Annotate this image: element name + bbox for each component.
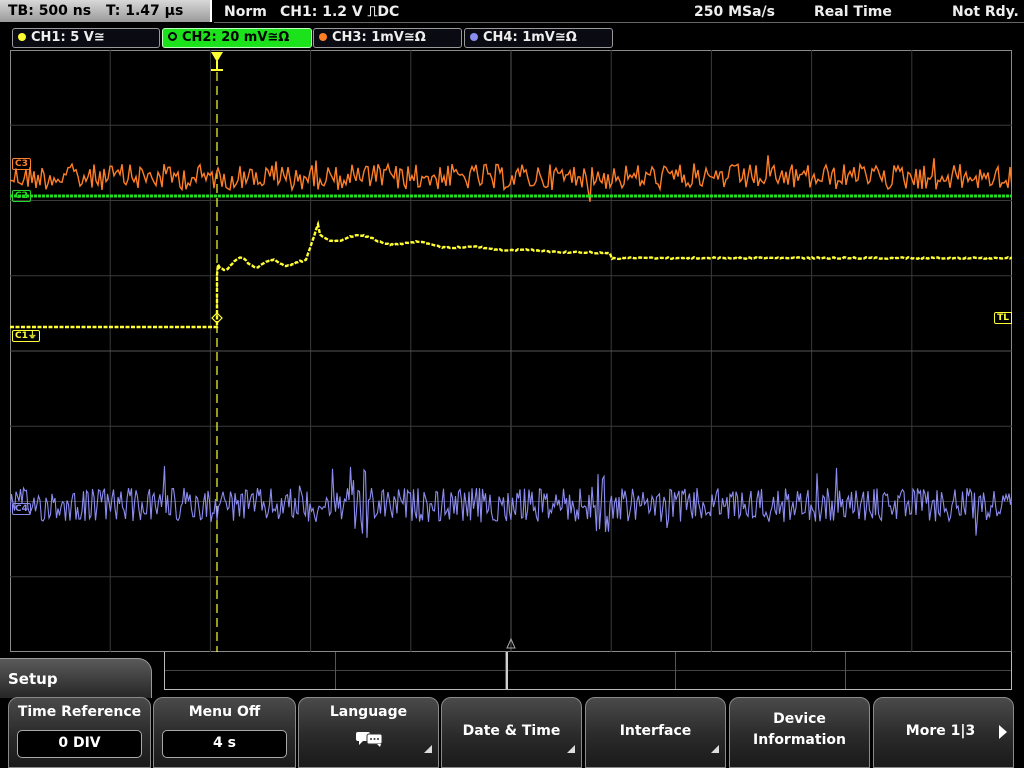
trigger-level-marker[interactable]: TL (994, 312, 1012, 324)
softkey-time-reference[interactable]: Time Reference 0 DIV (8, 697, 151, 768)
timebase-ruler (164, 652, 1012, 690)
ch3-label: CH3: 1mV≅Ω (332, 30, 426, 45)
ch4-label: CH4: 1mV≅Ω (483, 30, 577, 45)
channel-tab-ch1[interactable]: CH1: 5 V≅ (12, 28, 160, 48)
time-reference-value[interactable]: 0 DIV (17, 730, 142, 758)
softkey-interface[interactable]: Interface (585, 697, 726, 768)
acquisition-mode: Real Time (814, 4, 892, 20)
ch1-label: CH1: 5 V≅ (31, 30, 105, 45)
timebase-box[interactable]: TB: 500 ns T: 1.47 µs (0, 0, 212, 22)
timebase-value: TB: 500 ns (8, 3, 92, 19)
ch4-color-dot (470, 32, 478, 41)
menu-title: Setup (0, 658, 152, 698)
ch3-color-dot (319, 32, 327, 41)
waveform-canvas (10, 50, 1012, 652)
channel-tab-ch4[interactable]: CH4: 1mV≅Ω (464, 28, 613, 48)
ch1-color-dot (18, 32, 26, 41)
channel-tab-ch2[interactable]: CH2: 20 mV≅Ω (162, 28, 312, 48)
ch2-offset-marker[interactable]: C2 (12, 190, 31, 202)
softkey-menu-off[interactable]: Menu Off 4 s (153, 697, 296, 768)
trigger-time-value: T: 1.47 µs (105, 3, 184, 19)
trigger-mode[interactable]: Norm (224, 2, 267, 22)
softkey-more[interactable]: More 1|3 (873, 697, 1014, 768)
ch2-label: CH2: 20 mV≅Ω (182, 30, 290, 45)
date-time-label: Date & Time (462, 723, 561, 739)
next-page-arrow-icon (999, 725, 1007, 739)
language-label: Language (329, 704, 408, 720)
information-label: Information (753, 732, 846, 748)
menu-off-value[interactable]: 4 s (162, 730, 287, 758)
ch2-color-dot (168, 32, 177, 41)
status-bar: TB: 500 ns T: 1.47 µs Norm CH1: 1.2 V ⎍D… (0, 0, 1024, 26)
acquisition-state: Not Rdy. (952, 4, 1019, 20)
submenu-corner-icon (424, 745, 432, 753)
submenu-corner-icon (567, 745, 575, 753)
trigger-source[interactable]: CH1: 1.2 V ⎍DC (280, 2, 399, 22)
channel-tab-ch3[interactable]: CH3: 1mV≅Ω (313, 28, 462, 48)
softkey-device-information[interactable]: Device Information (729, 697, 870, 768)
status-divider (214, 22, 1024, 23)
ch1-offset-marker[interactable]: C1⏚ (12, 330, 40, 342)
more-label: More 1|3 (905, 723, 976, 739)
ch3-offset-marker[interactable]: C3 (12, 158, 31, 170)
waveform-display[interactable]: C3 C2 C1⏚ C4 TL (10, 50, 1012, 652)
ch4-offset-marker[interactable]: C4 (12, 503, 31, 515)
sample-rate: 250 MSa/s (694, 4, 776, 20)
device-label: Device (773, 711, 826, 727)
time-reference-label: Time Reference (17, 704, 142, 720)
menu-off-label: Menu Off (188, 704, 261, 720)
interface-label: Interface (619, 723, 692, 739)
softkey-date-time[interactable]: Date & Time (441, 697, 582, 768)
speech-bubble-icon (356, 732, 383, 747)
submenu-corner-icon (711, 745, 719, 753)
softkey-language[interactable]: Language (298, 697, 439, 768)
